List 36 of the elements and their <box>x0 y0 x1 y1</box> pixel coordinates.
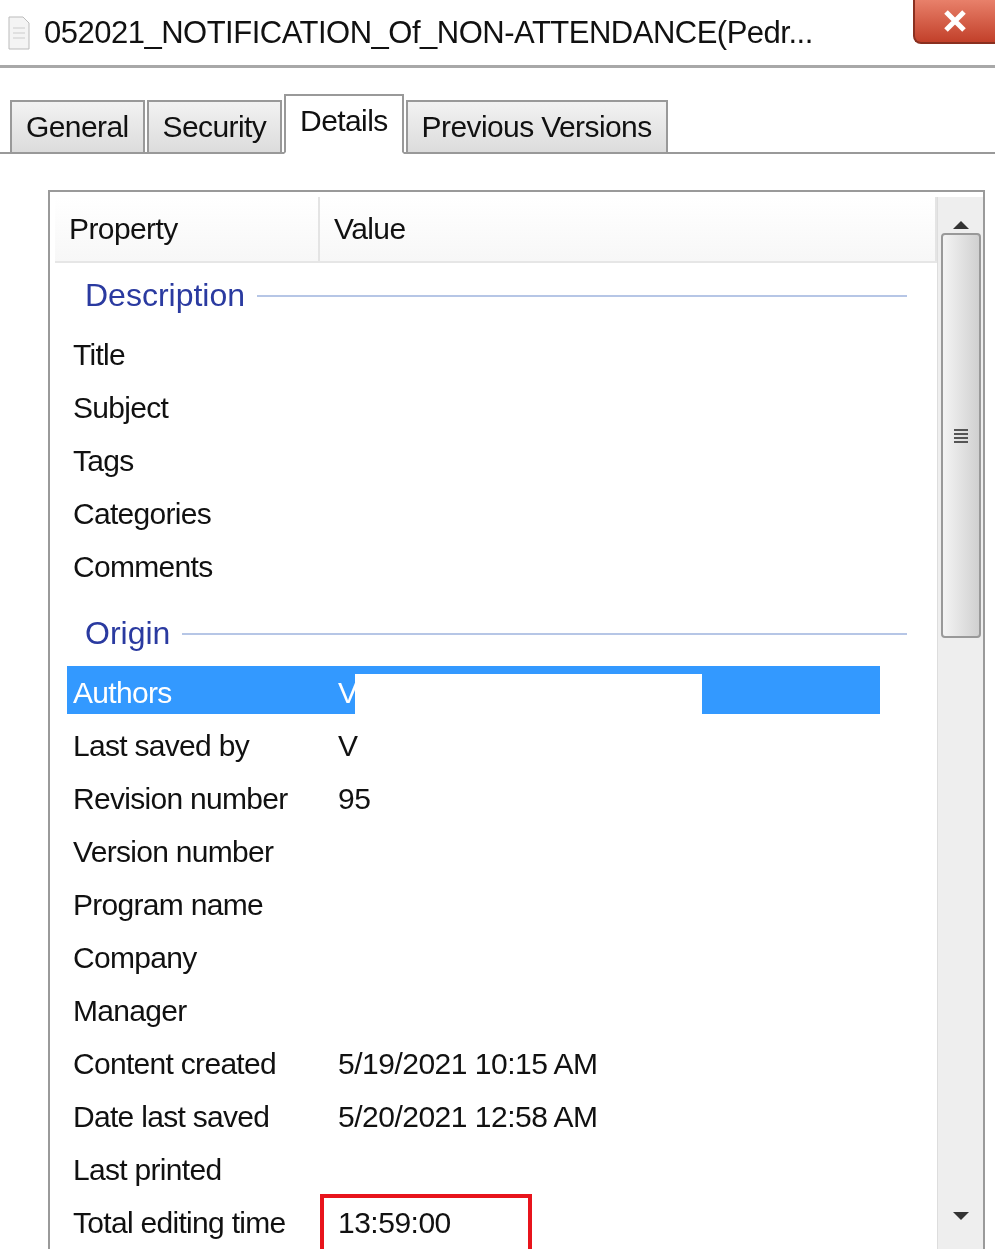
scroll-thumb[interactable] <box>940 233 981 638</box>
group-title: Description <box>85 277 246 314</box>
property-name[interactable]: Date last saved <box>67 1099 338 1134</box>
down-arrow-icon <box>952 1212 969 1222</box>
close-button[interactable] <box>913 0 995 44</box>
property-name[interactable]: Title <box>67 337 338 372</box>
scrollbar[interactable] <box>937 197 983 1249</box>
property-value: 5/20/2021 12:58 AM <box>338 1099 598 1134</box>
property-name[interactable]: Total editing time <box>67 1205 338 1240</box>
property-name[interactable]: Subject <box>67 390 338 425</box>
tab[interactable]: Details <box>284 94 404 154</box>
column-header[interactable]: Property <box>55 197 320 261</box>
close-icon <box>942 8 968 34</box>
property-name[interactable]: Company <box>67 940 338 975</box>
up-arrow-icon <box>952 219 969 229</box>
property-name[interactable]: Version number <box>67 834 338 869</box>
property-value: V <box>338 728 358 763</box>
document-icon <box>8 15 30 50</box>
group-title: Origin <box>85 615 171 652</box>
property-name[interactable]: Manager <box>67 993 338 1028</box>
property-name[interactable]: Program name <box>67 887 338 922</box>
property-name[interactable]: Last printed <box>67 1152 338 1187</box>
property-name[interactable]: Revision number <box>67 781 338 816</box>
grip-icon <box>952 427 969 444</box>
property-value: 13:59:00 <box>338 1205 451 1240</box>
property-name[interactable]: Comments <box>67 549 338 584</box>
property-value: 95 <box>338 781 371 816</box>
property-name[interactable]: Content created <box>67 1046 338 1081</box>
property-name[interactable]: Tags <box>67 443 338 478</box>
property-name[interactable]: Categories <box>67 496 338 531</box>
tab[interactable]: Previous Versions <box>405 100 668 152</box>
property-name[interactable]: Last saved by <box>67 728 338 763</box>
window-title: 052021_NOTIFICATION_Of_NON-ATTENDANCE(Pedr... <box>44 14 813 51</box>
tab[interactable]: General <box>10 100 145 152</box>
tab[interactable]: Security <box>146 100 283 152</box>
property-value: 5/19/2021 10:15 AM <box>338 1046 598 1081</box>
